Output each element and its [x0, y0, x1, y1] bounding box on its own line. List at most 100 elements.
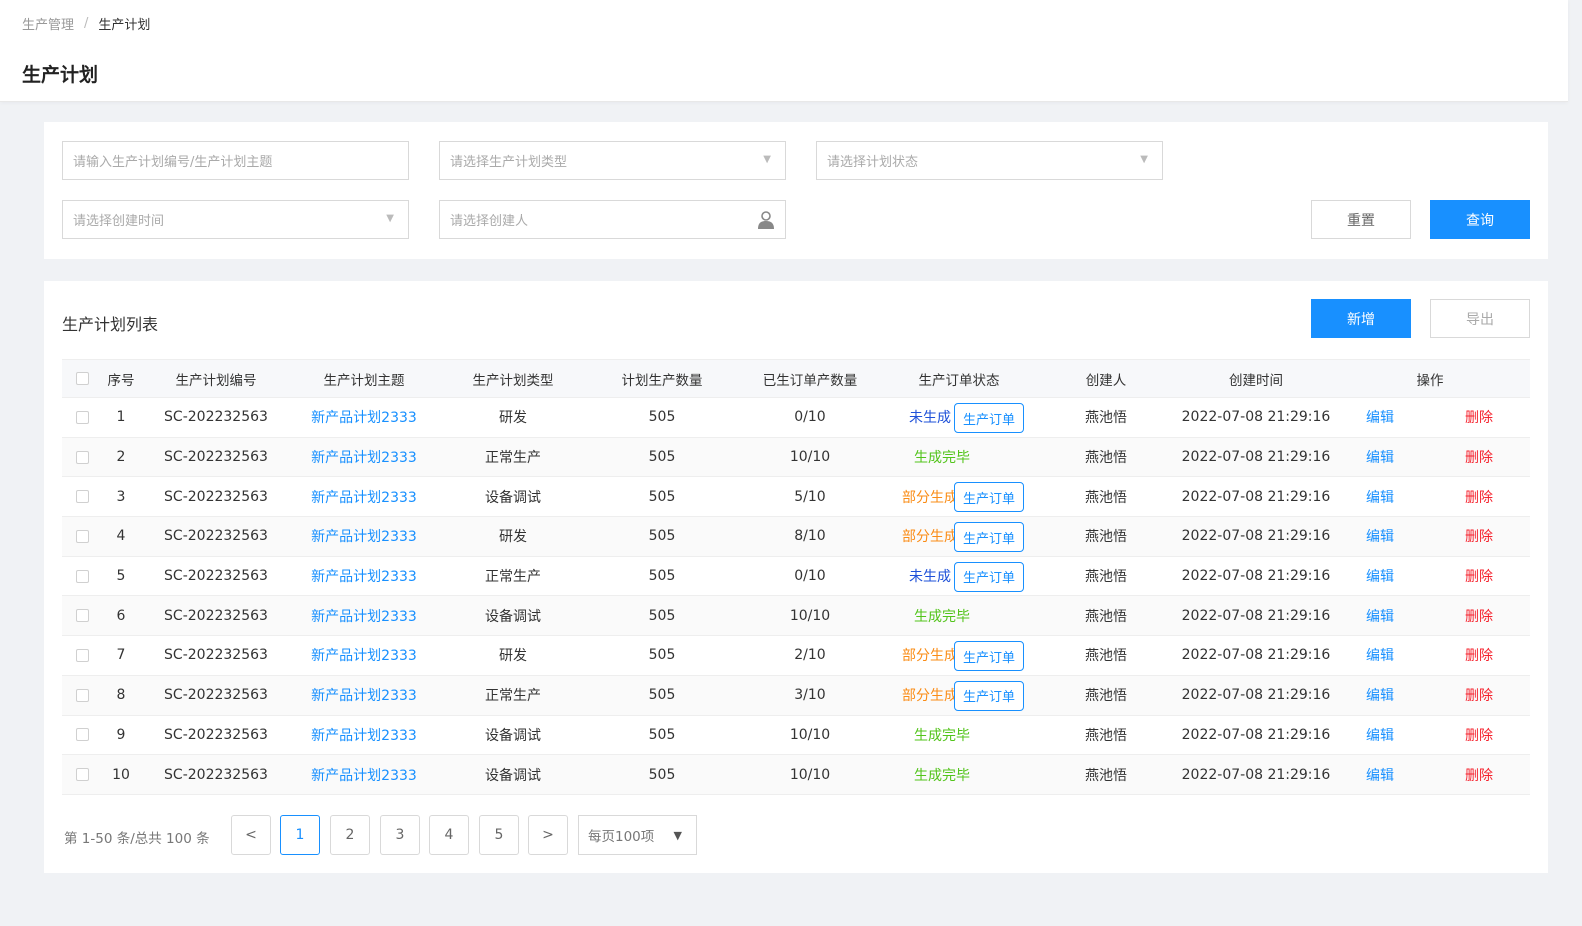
next-page-button[interactable]: > — [528, 815, 568, 855]
delete-link[interactable]: 删除 — [1457, 438, 1501, 477]
row-creator: 燕池悟 — [1085, 608, 1127, 625]
reset-button[interactable]: 重置 — [1311, 200, 1411, 239]
edit-link[interactable]: 编辑 — [1358, 517, 1402, 556]
row-checkbox-cell — [68, 716, 96, 755]
row-order-status: 生成完毕 — [914, 727, 970, 744]
table-row: 3 SC-202232563 新产品计划2333 设备调试 505 5/10 部分生成 生产订… — [62, 477, 1530, 518]
page-button[interactable]: 3 — [380, 815, 420, 855]
edit-link[interactable]: 编辑 — [1358, 676, 1402, 715]
production-order-button[interactable]: 生产订单 — [954, 403, 1024, 433]
row-ordered-qty: 10/10 — [789, 766, 831, 783]
prev-page-button[interactable]: < — [231, 815, 271, 855]
row-checkbox[interactable] — [75, 688, 89, 702]
row-created-time: 2022-07-08 21:29:16 — [1181, 449, 1331, 466]
plan-type-placeholder: 请选择生产计划类型 — [450, 155, 568, 170]
delete-link[interactable]: 删除 — [1457, 676, 1501, 715]
edit-link[interactable]: 编辑 — [1358, 398, 1402, 437]
row-checkbox[interactable] — [75, 490, 89, 504]
edit-link[interactable]: 编辑 — [1358, 477, 1402, 516]
row-creator: 燕池悟 — [1085, 648, 1127, 665]
select-all-checkbox[interactable] — [75, 372, 89, 385]
row-checkbox[interactable] — [75, 569, 89, 583]
edit-link[interactable]: 编辑 — [1358, 716, 1402, 755]
row-index: 5 — [116, 568, 126, 585]
edit-link[interactable]: 编辑 — [1358, 596, 1402, 635]
delete-link[interactable]: 删除 — [1457, 716, 1501, 755]
row-subject-link[interactable]: 新产品计划2333 — [300, 438, 428, 477]
production-order-button[interactable]: 生产订单 — [954, 680, 1024, 711]
row-index: 8 — [116, 687, 126, 704]
edit-link[interactable]: 编辑 — [1358, 438, 1402, 477]
row-ordered-qty: 0/10 — [794, 568, 826, 585]
creator-select[interactable]: 请选择创建人 — [439, 200, 786, 239]
row-created-time: 2022-07-08 21:29:16 — [1181, 409, 1331, 426]
row-order-status: 生成完毕 — [914, 608, 970, 625]
row-created-time: 2022-07-08 21:29:16 — [1181, 488, 1331, 505]
row-created-time: 2022-07-08 21:29:16 — [1181, 766, 1331, 783]
row-code: SC-202232563 — [164, 528, 268, 545]
keyword-search-input[interactable]: 请输入生产计划编号/生产计划主题 — [62, 141, 409, 180]
row-checkbox[interactable] — [75, 648, 89, 662]
production-order-button[interactable]: 生产订单 — [954, 522, 1024, 553]
filter-panel: 请输入生产计划编号/生产计划主题 请选择生产计划类型 ▼ 请选择计划状态 ▼ 请… — [44, 122, 1548, 259]
delete-link[interactable]: 删除 — [1457, 517, 1501, 556]
row-checkbox[interactable] — [75, 529, 89, 543]
row-order-status: 生成完毕 — [914, 450, 970, 467]
breadcrumb-parent[interactable]: 生产管理 — [22, 14, 74, 33]
row-ordered-qty: 10/10 — [789, 607, 831, 624]
add-button[interactable]: 新增 — [1311, 299, 1411, 338]
page-button[interactable]: 4 — [429, 815, 469, 855]
export-button[interactable]: 导出 — [1430, 299, 1530, 338]
row-subject-link[interactable]: 新产品计划2333 — [300, 596, 428, 635]
row-subject-link[interactable]: 新产品计划2333 — [300, 398, 428, 437]
production-order-button[interactable]: 生产订单 — [954, 561, 1024, 592]
delete-link[interactable]: 删除 — [1457, 398, 1501, 437]
row-code: SC-202232563 — [164, 766, 268, 783]
row-plan-qty: 505 — [648, 409, 676, 426]
row-subject-link[interactable]: 新产品计划2333 — [300, 676, 428, 715]
delete-link[interactable]: 删除 — [1457, 596, 1501, 635]
delete-link[interactable]: 删除 — [1457, 557, 1501, 596]
row-index: 6 — [116, 607, 126, 624]
created-time-select[interactable]: 请选择创建时间 ▼ — [62, 200, 409, 239]
row-checkbox[interactable] — [75, 768, 89, 782]
pagination-total: 第 1-50 条/总共 100 条 — [64, 831, 210, 847]
edit-link[interactable]: 编辑 — [1358, 557, 1402, 596]
row-creator: 燕池悟 — [1085, 529, 1127, 546]
query-button[interactable]: 查询 — [1430, 200, 1530, 239]
row-created-time: 2022-07-08 21:29:16 — [1181, 607, 1331, 624]
breadcrumb-separator: / — [84, 16, 89, 31]
row-ordered-qty: 3/10 — [794, 687, 826, 704]
row-subject-link[interactable]: 新产品计划2333 — [300, 557, 428, 596]
edit-link[interactable]: 编辑 — [1358, 755, 1402, 794]
production-order-button[interactable]: 生产订单 — [954, 482, 1024, 513]
production-order-button[interactable]: 生产订单 — [954, 641, 1024, 672]
row-subject-link[interactable]: 新产品计划2333 — [300, 755, 428, 794]
page-button[interactable]: 1 — [280, 815, 320, 855]
row-created-time: 2022-07-08 21:29:16 — [1181, 726, 1331, 743]
row-checkbox[interactable] — [75, 728, 89, 742]
delete-link[interactable]: 删除 — [1457, 477, 1501, 516]
row-plan-qty: 505 — [648, 449, 676, 466]
table-row: 9 SC-202232563 新产品计划2333 设备调试 505 10/10 生成完毕 燕池… — [62, 716, 1530, 756]
row-subject-link[interactable]: 新产品计划2333 — [300, 716, 428, 755]
table-row: 7 SC-202232563 新产品计划2333 研发 505 2/10 部分生成 生产订单燕… — [62, 636, 1530, 676]
page-button[interactable]: 2 — [330, 815, 370, 855]
plan-type-select[interactable]: 请选择生产计划类型 ▼ — [439, 141, 786, 180]
row-subject-link[interactable]: 新产品计划2333 — [300, 477, 428, 516]
row-checkbox-cell — [68, 398, 96, 437]
row-creator: 燕池悟 — [1085, 450, 1127, 467]
page-size-select[interactable]: 每页100项 ▼ — [578, 815, 697, 855]
delete-link[interactable]: 删除 — [1457, 755, 1501, 794]
plan-status-select[interactable]: 请选择计划状态 ▼ — [816, 141, 1163, 180]
row-checkbox[interactable] — [75, 609, 89, 623]
row-subject-link[interactable]: 新产品计划2333 — [300, 636, 428, 675]
page-button[interactable]: 5 — [479, 815, 519, 855]
row-subject-link[interactable]: 新产品计划2333 — [300, 517, 428, 556]
row-created-time: 2022-07-08 21:29:16 — [1181, 528, 1331, 545]
row-checkbox[interactable] — [75, 410, 89, 424]
row-checkbox[interactable] — [75, 450, 89, 464]
delete-link[interactable]: 删除 — [1457, 636, 1501, 675]
edit-link[interactable]: 编辑 — [1358, 636, 1402, 675]
row-checkbox-cell — [68, 676, 96, 715]
